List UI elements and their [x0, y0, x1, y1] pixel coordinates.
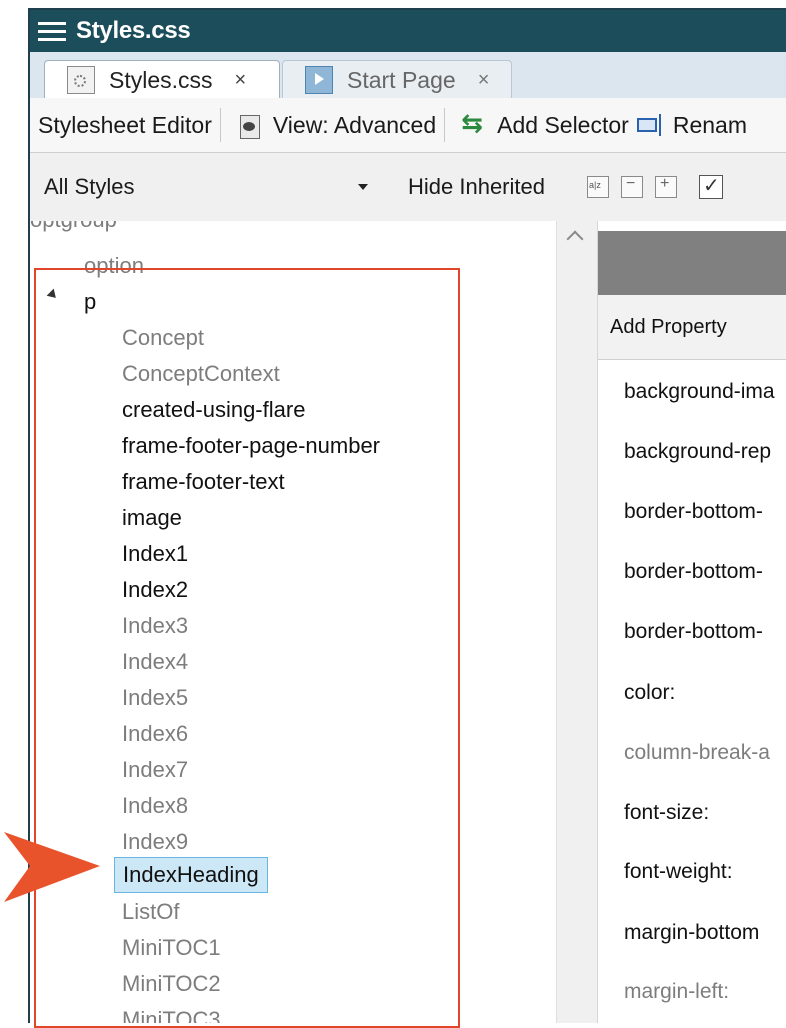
expand-toggle-icon[interactable]	[46, 288, 60, 302]
view-mode-icon	[237, 112, 263, 139]
stylesheet-editor-window: Styles.css Styles.css × Start Page × Sty…	[28, 8, 786, 1023]
start-page-icon	[305, 66, 333, 94]
toolbar-divider	[219, 108, 221, 142]
tree-item[interactable]: ListOf	[122, 895, 179, 929]
property-header-bar	[598, 231, 786, 295]
close-icon[interactable]: ×	[235, 69, 247, 92]
tree-item[interactable]: Index8	[122, 789, 188, 823]
styles-filter-dropdown[interactable]: All Styles	[38, 168, 378, 206]
tree-item[interactable]: Index6	[122, 717, 188, 751]
tab-label: Start Page	[347, 66, 456, 93]
property-row[interactable]: margin-left:	[624, 977, 729, 1007]
tree-item[interactable]: Index7	[122, 753, 188, 787]
tree-item[interactable]: Index4	[122, 645, 188, 679]
tree-item[interactable]: created-using-flare	[122, 393, 305, 427]
chevron-down-icon	[358, 184, 368, 190]
editor-toolbar: Stylesheet Editor View: Advanced Add Sel…	[30, 98, 786, 153]
property-panel: Add Property background-ima background-r…	[597, 221, 786, 1023]
property-row[interactable]: border-bottom-	[624, 557, 763, 587]
collapse-all-icon[interactable]	[620, 175, 643, 198]
property-row[interactable]: color:	[624, 678, 675, 708]
tree-item-selected[interactable]: IndexHeading	[114, 857, 268, 893]
add-property-button[interactable]: Add Property	[598, 295, 786, 360]
chevron-up-icon[interactable]	[566, 230, 584, 248]
tree-item[interactable]: frame-footer-text	[122, 465, 285, 499]
tab-label: Styles.css	[109, 66, 213, 93]
tree-item[interactable]: Index5	[122, 681, 188, 715]
css-file-icon	[67, 66, 95, 94]
tree-item[interactable]: image	[122, 501, 182, 535]
property-row[interactable]: background-rep	[624, 437, 771, 467]
tree-item[interactable]: MiniTOC3	[122, 1003, 221, 1023]
tree-scrollbar[interactable]	[556, 221, 597, 1023]
property-row[interactable]: margin-bottom	[624, 918, 759, 948]
rename-label: Renam	[672, 111, 747, 138]
view-advanced-button[interactable]: View: Advanced	[237, 112, 436, 139]
tree-item[interactable]: Concept	[122, 321, 204, 355]
property-row[interactable]: border-bottom-	[624, 497, 763, 527]
tree-item-option[interactable]: option	[84, 249, 144, 283]
tree-item[interactable]: Index9	[122, 825, 188, 859]
property-row[interactable]: background-ima	[624, 377, 775, 407]
styles-filter-value: All Styles	[44, 174, 135, 199]
tree-item[interactable]: Index3	[122, 609, 188, 643]
expand-all-icon[interactable]	[654, 175, 677, 198]
rename-icon	[636, 112, 663, 138]
rename-button[interactable]: Renam	[636, 111, 747, 139]
hamburger-menu-icon[interactable]	[38, 20, 66, 42]
tree-item-p[interactable]: p	[84, 285, 96, 319]
selector-tree: optgroup option p Concept ConceptContext…	[30, 221, 556, 1023]
close-icon[interactable]: ×	[478, 69, 490, 92]
show-checkbox[interactable]	[698, 173, 723, 199]
filter-bar: All Styles Hide Inherited	[30, 153, 786, 221]
tree-item[interactable]: MiniTOC2	[122, 967, 221, 1001]
property-row[interactable]: column-break-a	[624, 738, 770, 768]
tree-item[interactable]: ConceptContext	[122, 357, 280, 391]
window-title: Styles.css	[76, 17, 191, 44]
sort-alphabetical-icon[interactable]	[586, 176, 609, 198]
tree-item[interactable]: Index2	[122, 573, 188, 607]
add-selector-icon	[461, 108, 487, 139]
title-bar: Styles.css	[30, 10, 786, 52]
stylesheet-editor-label: Stylesheet Editor	[38, 111, 212, 138]
tab-styles-css[interactable]: Styles.css ×	[44, 60, 280, 99]
tab-strip: Styles.css × Start Page ×	[30, 52, 786, 99]
tree-item[interactable]: MiniTOC1	[122, 931, 221, 965]
view-advanced-label: View: Advanced	[272, 111, 437, 138]
property-row[interactable]: font-weight:	[624, 857, 733, 887]
add-selector-button[interactable]: Add Selector	[461, 108, 629, 139]
tree-item[interactable]: frame-footer-page-number	[122, 429, 380, 463]
property-row[interactable]: border-bottom-	[624, 617, 763, 647]
hide-inherited-button[interactable]: Hide Inherited	[408, 174, 545, 200]
pointer-arrow-icon	[4, 832, 100, 902]
toolbar-divider	[444, 108, 446, 142]
tab-start-page[interactable]: Start Page ×	[282, 60, 512, 99]
add-selector-label: Add Selector	[497, 111, 629, 138]
tree-item[interactable]: Index1	[122, 537, 188, 571]
property-row[interactable]: font-size:	[624, 798, 709, 828]
tree-item-optgroup[interactable]: optgroup	[30, 221, 117, 237]
